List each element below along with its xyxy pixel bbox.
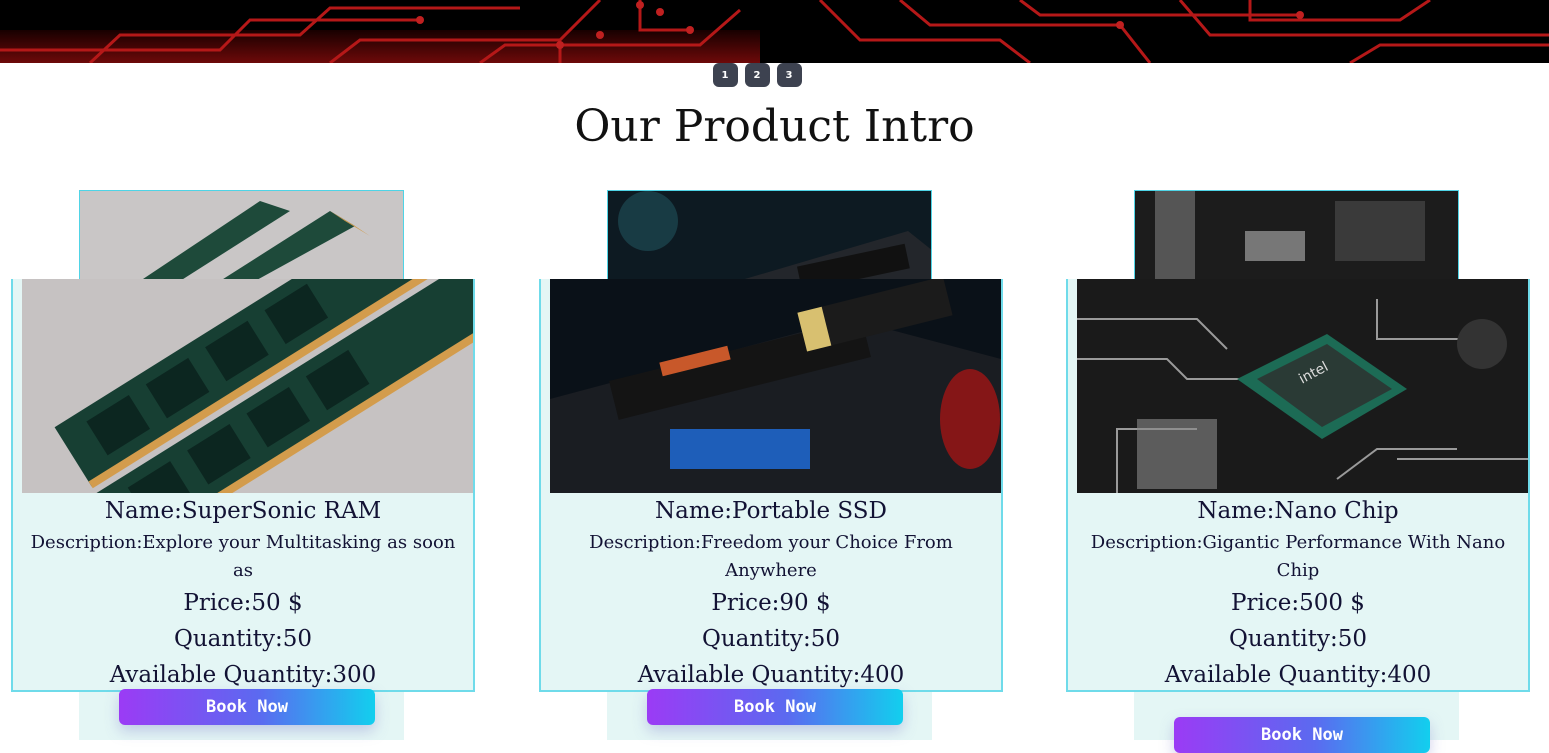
product-quantity: Quantity:50 <box>173 626 313 652</box>
product-available-quantity: Available Quantity:300 <box>109 662 377 688</box>
book-now-button[interactable]: Book Now <box>1174 717 1430 753</box>
product-card-chip: intel Name:Nano Chip Description:Giganti… <box>1066 190 1530 753</box>
carousel-indicators: 1 2 3 <box>0 63 1549 87</box>
card-photo-top <box>79 190 404 280</box>
carousel-dot-1[interactable]: 1 <box>712 63 738 87</box>
product-description: Description:Explore your Multitasking as… <box>30 532 456 581</box>
product-description: Description:Gigantic Performance With Na… <box>1090 532 1506 581</box>
product-image-ram <box>22 279 473 493</box>
card-photo-top <box>607 190 932 280</box>
product-price: Price:50 $ <box>183 590 303 616</box>
product-name: Name:Portable SSD <box>655 498 887 524</box>
product-price: Price:90 $ <box>711 590 831 616</box>
product-info: Name:Portable SSD Description:Freedom yo… <box>539 493 1003 693</box>
product-price: Price:500 $ <box>1231 590 1365 616</box>
card-photo-top <box>1134 190 1459 280</box>
product-card-ssd: Name:Portable SSD Description:Freedom yo… <box>539 190 1003 740</box>
product-quantity: Quantity:50 <box>1228 626 1368 652</box>
book-now-button[interactable]: Book Now <box>119 689 375 725</box>
product-card-ram: Name:SuperSonic RAM Description:Explore … <box>11 190 475 740</box>
product-description: Description:Freedom your Choice From Any… <box>589 532 953 581</box>
product-name: Name:Nano Chip <box>1197 498 1399 524</box>
section-title: Our Product Intro <box>574 101 975 152</box>
product-info: Name:SuperSonic RAM Description:Explore … <box>11 493 475 693</box>
product-image-ssd <box>550 279 1001 493</box>
product-name: Name:SuperSonic RAM <box>104 498 382 524</box>
book-now-button[interactable]: Book Now <box>647 689 903 725</box>
product-image-chip: intel <box>1077 279 1528 493</box>
carousel-dot-3[interactable]: 3 <box>776 63 802 87</box>
carousel-dot-2[interactable]: 2 <box>744 63 770 87</box>
circuit-board-banner-image <box>0 0 1549 63</box>
product-info: Name:Nano Chip Description:Gigantic Perf… <box>1066 493 1530 693</box>
hero-banner <box>0 0 1549 63</box>
product-quantity: Quantity:50 <box>701 626 841 652</box>
product-available-quantity: Available Quantity:400 <box>637 662 905 688</box>
product-available-quantity: Available Quantity:400 <box>1164 662 1432 688</box>
